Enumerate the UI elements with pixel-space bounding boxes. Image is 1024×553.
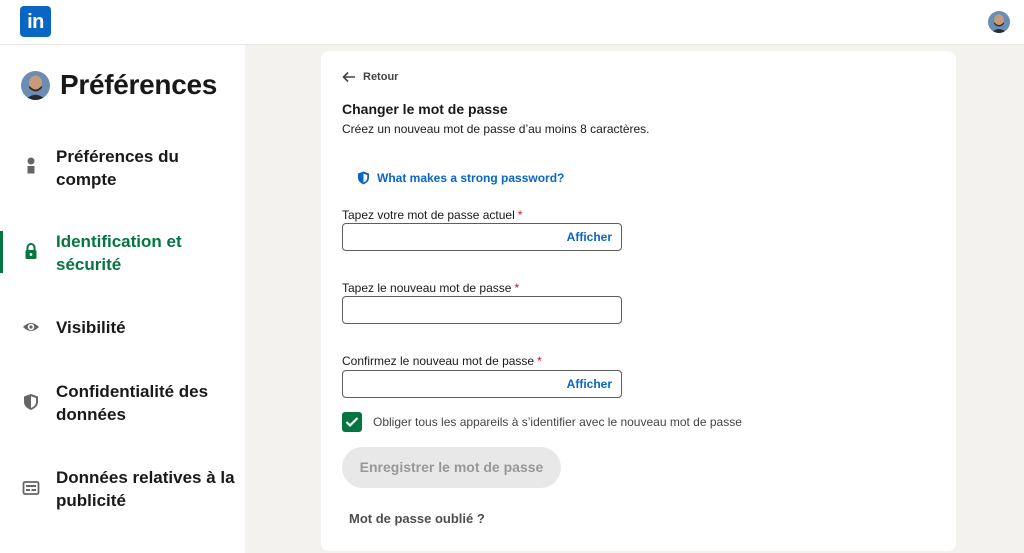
sidebar-item-label: Identification et sécurité bbox=[56, 232, 182, 274]
show-password-button[interactable]: Afficher bbox=[567, 377, 612, 391]
form-title: Changer le mot de passe bbox=[342, 101, 508, 117]
forgot-password-link[interactable]: Mot de passe oublié ? bbox=[349, 511, 485, 526]
password-card: Retour Changer le mot de passe Créez un … bbox=[321, 51, 956, 551]
required-mark: * bbox=[517, 208, 523, 222]
strong-password-label: What makes a strong password? bbox=[377, 171, 565, 185]
ad-card-icon bbox=[22, 479, 40, 497]
sidebar-item-visibility[interactable]: Visibilité bbox=[0, 316, 245, 342]
form-subtitle: Créez un nouveau mot de passe d’au moins… bbox=[342, 122, 650, 136]
require-signin-checkbox[interactable] bbox=[342, 412, 362, 432]
linkedin-logo-icon[interactable]: in bbox=[20, 6, 51, 37]
lock-icon bbox=[22, 242, 40, 260]
sidebar-item-label: Confidentialité des données bbox=[56, 382, 209, 424]
sidebar-item-advertising-data[interactable]: Données relatives à la publicité bbox=[0, 466, 245, 512]
page-title: Préférences bbox=[60, 69, 218, 100]
save-password-button[interactable]: Enregistrer le mot de passe bbox=[342, 447, 561, 488]
back-link[interactable]: Retour bbox=[342, 71, 398, 83]
confirm-password-label: Confirmez le nouveau mot de passe * bbox=[342, 354, 542, 368]
show-password-button[interactable]: Afficher bbox=[567, 230, 612, 244]
sidebar-item-label: Données relatives à la publicité bbox=[56, 468, 235, 510]
top-navbar: in bbox=[0, 0, 1024, 45]
current-password-input[interactable] bbox=[351, 224, 551, 250]
person-icon bbox=[22, 156, 40, 174]
confirm-password-field[interactable]: Afficher bbox=[342, 370, 622, 398]
sidebar-item-data-privacy[interactable]: Confidentialité des données bbox=[0, 380, 245, 426]
field-label: Confirmez le nouveau mot de passe bbox=[342, 354, 535, 368]
sidebar-header: Préférences bbox=[21, 69, 217, 101]
eye-icon bbox=[22, 318, 40, 336]
field-label: Tapez votre mot de passe actuel bbox=[342, 208, 515, 222]
current-password-label: Tapez votre mot de passe actuel * bbox=[342, 208, 522, 222]
checkmark-icon bbox=[345, 417, 359, 428]
checkbox-label: Obliger tous les appareils à s’identifie… bbox=[373, 415, 742, 429]
user-avatar[interactable] bbox=[988, 11, 1010, 33]
sidebar-item-account-preferences[interactable]: Préférences du compte bbox=[0, 145, 245, 191]
required-mark: * bbox=[537, 354, 542, 368]
avatar[interactable] bbox=[21, 70, 50, 100]
require-signin-row: Obliger tous les appareils à s’identifie… bbox=[342, 412, 742, 432]
sidebar-item-label: Visibilité bbox=[56, 318, 126, 337]
new-password-field[interactable] bbox=[342, 296, 622, 324]
sidebar: Préférences Préférences du compte Identi… bbox=[0, 45, 245, 553]
sidebar-item-label: Préférences du compte bbox=[56, 147, 179, 189]
back-label: Retour bbox=[363, 71, 399, 83]
required-mark: * bbox=[514, 281, 520, 295]
strong-password-link[interactable]: What makes a strong password? bbox=[357, 171, 564, 185]
field-label: Tapez le nouveau mot de passe bbox=[342, 281, 512, 295]
new-password-input[interactable] bbox=[351, 297, 551, 323]
shield-icon bbox=[22, 393, 40, 411]
sidebar-item-security[interactable]: Identification et sécurité bbox=[0, 230, 245, 276]
shield-icon bbox=[358, 171, 369, 185]
arrow-left-icon bbox=[342, 71, 355, 83]
confirm-password-input[interactable] bbox=[351, 371, 551, 397]
current-password-field[interactable]: Afficher bbox=[342, 223, 622, 251]
new-password-label: Tapez le nouveau mot de passe * bbox=[342, 281, 519, 295]
